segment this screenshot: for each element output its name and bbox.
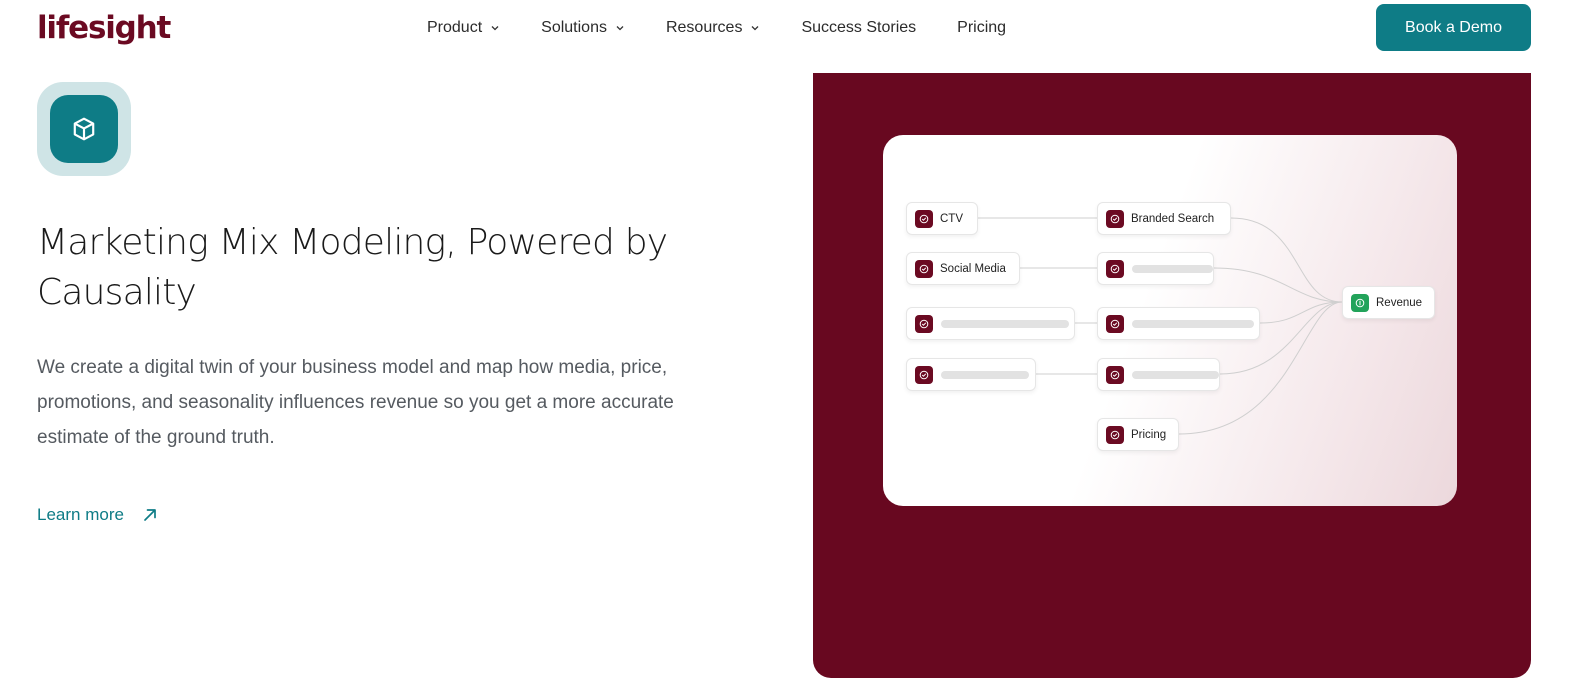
placeholder-bar — [941, 370, 1029, 379]
menu-item-resources[interactable]: Resources — [666, 19, 760, 37]
learn-more-link[interactable]: Learn more — [37, 505, 158, 525]
chevron-down-icon — [751, 26, 759, 31]
node-placeholder — [906, 307, 1075, 340]
hero-description: We create a digital twin of your busines… — [37, 357, 674, 448]
check-circle-icon — [915, 365, 933, 384]
node-placeholder — [1097, 358, 1220, 391]
node-social-media: Social Media — [906, 252, 1020, 285]
node-social-media-label: Social Media — [940, 262, 1006, 275]
check-circle-icon — [1106, 209, 1124, 228]
node-ctv-label: CTV — [940, 212, 963, 225]
menu-item-solutions-label: Solutions — [541, 19, 607, 36]
check-circle-icon — [1106, 314, 1124, 333]
top-navigation: lifesight Product Solutions Resources Su… — [0, 0, 1575, 58]
node-placeholder — [1097, 307, 1260, 340]
hero-title: Marketing Mix Modeling, Powered by Causa… — [37, 222, 668, 313]
feature-icon-tile — [50, 95, 118, 163]
chevron-down-icon — [491, 26, 499, 31]
learn-more-label: Learn more — [37, 505, 124, 524]
menu-item-success-stories-label: Success Stories — [801, 19, 917, 36]
chevron-down-icon — [616, 26, 624, 31]
node-revenue-label: Revenue — [1376, 296, 1423, 309]
node-placeholder — [906, 358, 1036, 391]
cube-icon — [73, 117, 95, 141]
feature-icon-badge — [37, 82, 131, 176]
menu-item-solutions[interactable]: Solutions — [541, 19, 625, 37]
lifesight-logo[interactable]: lifesight — [37, 9, 171, 47]
node-ctv: CTV — [906, 202, 978, 235]
check-circle-icon — [1106, 425, 1124, 444]
menu-item-pricing-label: Pricing — [957, 19, 1007, 36]
check-circle-icon — [1106, 259, 1124, 278]
node-revenue: Revenue — [1342, 286, 1435, 319]
menu-item-pricing[interactable]: Pricing — [957, 19, 1006, 37]
illustration-panel: CTV Social Media Branded Search Pricing … — [813, 73, 1531, 678]
menu-item-resources-label: Resources — [665, 19, 743, 36]
book-a-demo-button[interactable]: Book a Demo — [1376, 4, 1531, 51]
menu-item-product-label: Product — [427, 19, 483, 36]
placeholder-bar — [1132, 264, 1213, 273]
mmm-diagram-card: CTV Social Media Branded Search Pricing … — [883, 135, 1457, 506]
main-menu: Product Solutions Resources Success Stor… — [427, 17, 1006, 39]
check-circle-icon — [915, 259, 933, 278]
node-branded-search: Branded Search — [1097, 202, 1231, 235]
placeholder-bar — [941, 319, 1069, 328]
menu-item-success-stories[interactable]: Success Stories — [801, 19, 916, 37]
revenue-icon — [1351, 293, 1369, 312]
node-branded-search-label: Branded Search — [1131, 212, 1215, 225]
check-circle-icon — [1106, 365, 1124, 384]
node-pricing-label: Pricing — [1131, 428, 1167, 441]
placeholder-bar — [1132, 370, 1219, 379]
menu-item-product[interactable]: Product — [427, 19, 500, 37]
check-circle-icon — [915, 209, 933, 228]
node-pricing: Pricing — [1097, 418, 1179, 451]
check-circle-icon — [915, 314, 933, 333]
arrow-up-right-icon — [144, 509, 156, 521]
node-placeholder — [1097, 252, 1214, 285]
placeholder-bar — [1132, 319, 1254, 328]
